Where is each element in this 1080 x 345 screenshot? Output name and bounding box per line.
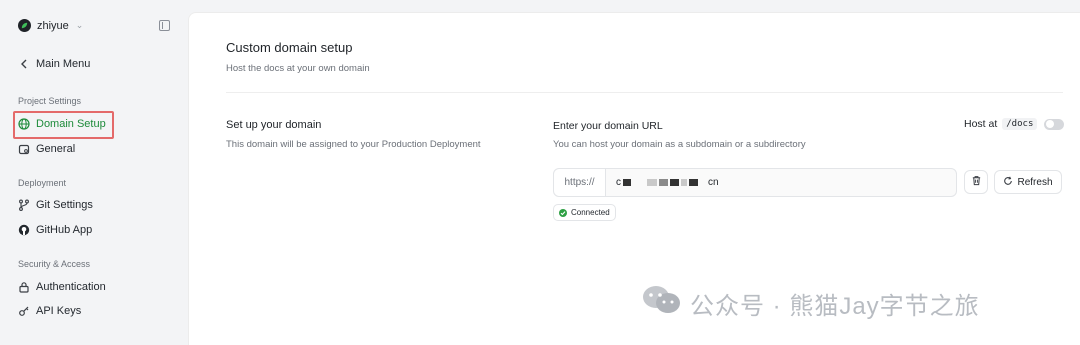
sidebar-item-label: API Keys	[36, 305, 82, 317]
git-branch-icon	[18, 199, 30, 211]
setup-subtitle: This domain will be assigned to your Pro…	[226, 139, 481, 150]
refresh-button[interactable]: Refresh	[994, 170, 1062, 194]
sidebar-item-label: Domain Setup	[36, 118, 106, 130]
redacted-block	[659, 179, 668, 186]
section-label-deployment: Deployment	[18, 178, 67, 188]
chevron-left-icon	[18, 58, 30, 70]
sidebar-item-label: Authentication	[36, 281, 106, 293]
page-title: Custom domain setup	[226, 40, 353, 55]
redacted-block	[647, 179, 657, 186]
domain-url-value-start: c	[616, 177, 621, 188]
gear-icon	[18, 143, 30, 155]
sidebar-item-api-keys[interactable]: API Keys	[18, 305, 81, 317]
leaf-logo-icon	[18, 19, 31, 32]
wechat-icon	[640, 283, 684, 324]
domain-url-value: c cn	[606, 177, 719, 188]
delete-domain-button[interactable]	[964, 170, 988, 194]
section-label-security-access: Security & Access	[18, 259, 91, 269]
globe-icon	[18, 118, 30, 130]
domain-url-title: Enter your domain URL	[553, 120, 663, 132]
status-label: Connected	[571, 208, 610, 217]
main-menu-label: Main Menu	[36, 58, 91, 70]
host-at-label: Host at	[964, 118, 998, 130]
divider	[226, 92, 1063, 93]
watermark: 公众号 · 熊猫Jay字节之旅	[640, 283, 980, 324]
host-at-control: Host at /docs	[964, 118, 1065, 130]
key-icon	[18, 305, 30, 317]
host-at-path: /docs	[1002, 118, 1038, 130]
setup-title: Set up your domain	[226, 119, 322, 131]
status-badge: Connected	[553, 204, 616, 221]
org-name: zhiyue	[37, 19, 69, 32]
url-prefix: https://	[554, 169, 606, 196]
main-menu-link[interactable]: Main Menu	[18, 58, 90, 70]
page-subtitle: Host the docs at your own domain	[226, 63, 370, 74]
watermark-text: 公众号 · 熊猫Jay字节之旅	[690, 293, 980, 320]
host-at-toggle[interactable]	[1044, 118, 1065, 130]
trash-icon	[971, 173, 982, 191]
refresh-icon	[1003, 176, 1013, 189]
org-switcher[interactable]: zhiyue ⌄	[18, 19, 83, 32]
redacted-block	[681, 179, 687, 186]
domain-url-input[interactable]: https:// c cn	[553, 168, 957, 197]
sidebar-item-label: GitHub App	[36, 224, 93, 236]
sidebar: zhiyue ⌄ Main Menu Project Settings Doma…	[0, 0, 188, 345]
sidebar-item-general[interactable]: General	[18, 143, 75, 155]
redacted-block	[689, 179, 698, 186]
github-icon	[18, 224, 30, 236]
sidebar-item-git-settings[interactable]: Git Settings	[18, 199, 93, 211]
sidebar-item-authentication[interactable]: Authentication	[18, 281, 106, 293]
sidebar-item-label: Git Settings	[36, 199, 93, 211]
redacted-block	[670, 179, 679, 186]
sidebar-item-domain-setup[interactable]: Domain Setup	[18, 118, 106, 130]
redacted-block	[623, 179, 631, 186]
sidebar-item-github-app[interactable]: GitHub App	[18, 224, 92, 236]
domain-url-value-end: cn	[708, 177, 719, 188]
section-label-project-settings: Project Settings	[18, 96, 82, 106]
check-circle-icon	[559, 208, 567, 217]
sidebar-item-label: General	[36, 143, 76, 155]
domain-url-subtitle: You can host your domain as a subdomain …	[553, 139, 806, 150]
lock-icon	[18, 281, 30, 293]
refresh-label: Refresh	[1017, 176, 1053, 188]
sidebar-collapse-icon[interactable]	[159, 20, 170, 31]
chevron-down-icon: ⌄	[75, 20, 84, 30]
